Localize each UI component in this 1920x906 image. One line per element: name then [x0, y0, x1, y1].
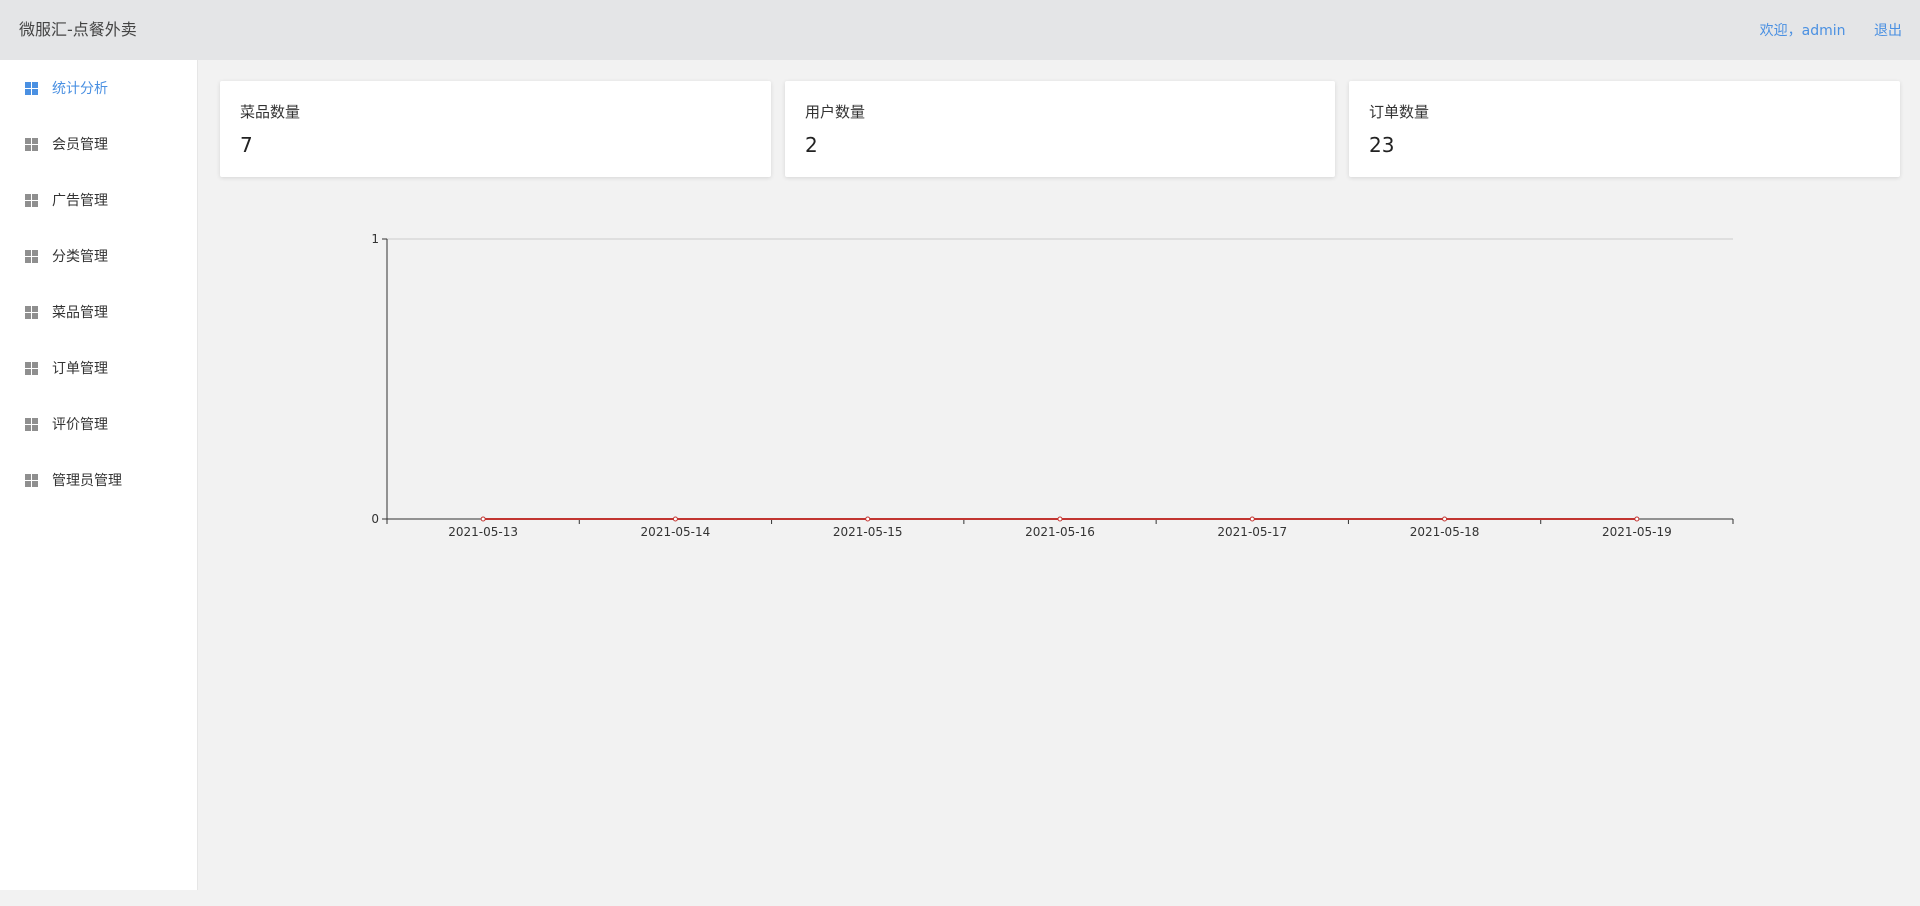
data-point [480, 516, 486, 522]
data-point [1057, 516, 1063, 522]
x-tick-label: 2021-05-19 [1602, 525, 1672, 539]
y-tick-label: 1 [371, 232, 379, 246]
x-tick-label: 2021-05-18 [1410, 525, 1480, 539]
orders-line-chart: 0 1 2021-05-13 2021-05-14 2021-05-15 2021-05-… [371, 232, 1734, 539]
data-point [1249, 516, 1255, 522]
x-tick-label: 2021-05-13 [448, 525, 518, 539]
data-point [672, 516, 678, 522]
y-tick-label: 0 [371, 512, 379, 526]
x-tick-label: 2021-05-14 [641, 525, 711, 539]
footer-strip [0, 890, 1920, 906]
data-point [1442, 516, 1448, 522]
data-point [865, 516, 871, 522]
x-tick-label: 2021-05-15 [833, 525, 903, 539]
x-tick-label: 2021-05-16 [1025, 525, 1095, 539]
x-tick-label: 2021-05-17 [1217, 525, 1287, 539]
data-point [1634, 516, 1640, 522]
